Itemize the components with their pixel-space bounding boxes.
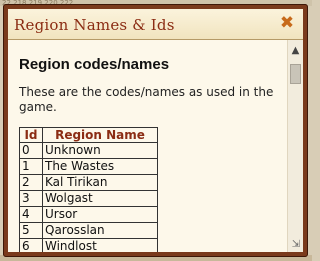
table-row: 1 The Wastes <box>19 158 158 175</box>
dialog-scroll-area[interactable]: Region codes/names These are the codes/n… <box>8 40 288 252</box>
region-id: 4 <box>19 206 43 223</box>
region-name: Qarosslan <box>42 222 158 239</box>
table-row: 2 Kal Tirikan <box>19 174 158 191</box>
column-header-id: Id <box>19 127 43 143</box>
table-row: 3 Wolgast <box>19 190 158 207</box>
dialog-titlebar[interactable]: Region Names & Ids ✖ <box>8 9 303 40</box>
table-row: 4 Ursor <box>19 206 158 223</box>
scroll-up-icon[interactable]: ▲ <box>288 44 303 58</box>
intro-text: These are the codes/names as used in the… <box>19 85 274 114</box>
region-id: 2 <box>19 174 43 191</box>
resize-grip-icon[interactable]: ⇲ <box>291 240 301 250</box>
table-row: 5 Qarosslan <box>19 222 158 239</box>
table-header-row: Id Region Name <box>19 127 158 143</box>
region-name: Wolgast <box>42 190 158 207</box>
table-row: 0 Unknown <box>19 142 158 159</box>
close-icon[interactable]: ✖ <box>279 14 295 32</box>
region-name: Unknown <box>42 142 158 159</box>
dialog-title: Region Names & Ids <box>14 16 175 34</box>
region-id: 3 <box>19 190 43 207</box>
region-name: The Wastes <box>42 158 158 175</box>
scrollbar-thumb[interactable] <box>290 64 301 84</box>
region-name: Windlost <box>42 238 158 252</box>
vertical-scrollbar[interactable]: ▲ ⇲ <box>287 40 303 252</box>
column-header-region-name: Region Name <box>42 127 158 143</box>
region-id: 0 <box>19 142 43 159</box>
region-name: Kal Tirikan <box>42 174 158 191</box>
content-heading: Region codes/names <box>19 56 170 73</box>
table-row: 6 Windlost <box>19 238 158 252</box>
region-id: 5 <box>19 222 43 239</box>
region-id: 1 <box>19 158 43 175</box>
region-table: Id Region Name 0 Unknown 1 The Wastes 2 <box>19 127 158 252</box>
region-name: Ursor <box>42 206 158 223</box>
region-id: 6 <box>19 238 43 252</box>
dialog-content: Region codes/names These are the codes/n… <box>8 40 303 252</box>
region-names-dialog: Region Names & Ids ✖ Region codes/names … <box>3 4 308 257</box>
